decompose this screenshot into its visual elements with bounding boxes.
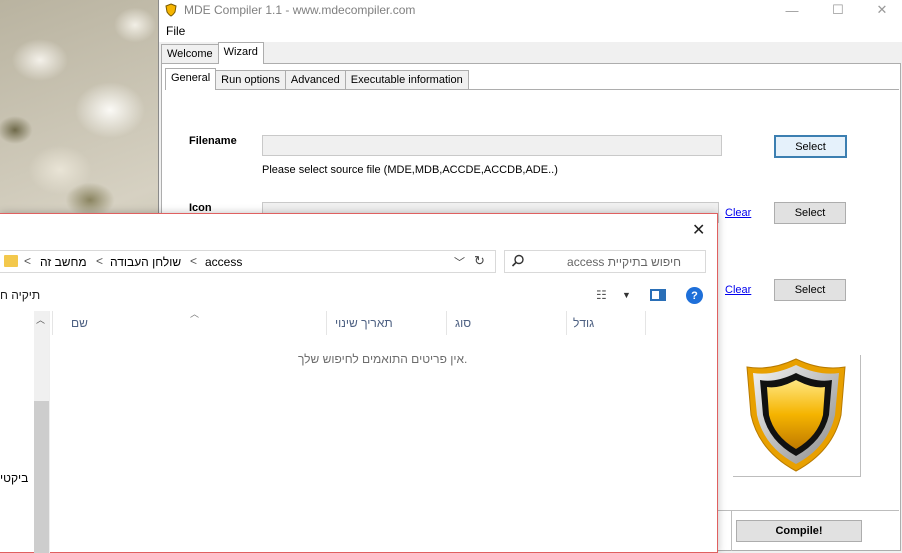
outer-tabs: Welcome Wizard: [161, 42, 264, 64]
help-icon[interactable]: ?: [686, 287, 703, 304]
splash-preview: [733, 355, 861, 477]
column-name[interactable]: שם: [52, 311, 327, 335]
title-bar[interactable]: MDE Compiler 1.1 - www.mdecompiler.com —…: [159, 0, 902, 20]
filename-label: Filename: [189, 135, 237, 147]
clear-image-link[interactable]: Clear: [725, 284, 751, 296]
app-shield-icon: [165, 3, 177, 17]
menu-file[interactable]: File: [159, 24, 192, 38]
window-title: MDE Compiler 1.1 - www.mdecompiler.com: [184, 3, 416, 17]
tab-run-options[interactable]: Run options: [215, 70, 286, 90]
breadcrumb-this-pc[interactable]: מחשב זה: [40, 255, 87, 269]
file-explorer-dialog: ✕ < מחשב זה < שולחן העבודה < access ﹀ ↻ …: [0, 213, 718, 553]
refresh-icon[interactable]: ↻: [474, 253, 485, 269]
dropdown-icon[interactable]: ﹀: [454, 254, 465, 270]
dropdown-icon[interactable]: ▼: [622, 290, 631, 300]
tab-wizard[interactable]: Wizard: [217, 42, 264, 64]
address-bar[interactable]: < מחשב זה < שולחן העבודה < access ﹀ ↻: [0, 250, 496, 273]
nav-item-fragment[interactable]: ביקטי: [0, 471, 28, 485]
clear-icon-link[interactable]: Clear: [725, 207, 751, 219]
select-source-button[interactable]: Select: [774, 135, 847, 158]
search-icon[interactable]: [511, 254, 525, 268]
maximize-icon[interactable]: ☐: [815, 0, 861, 20]
empty-results-message: .אין פריטים התואמים לחיפוש שלך: [298, 352, 468, 366]
select-image-button[interactable]: Select: [774, 279, 846, 301]
breadcrumb-access[interactable]: access: [205, 255, 242, 269]
close-icon[interactable]: ✕: [859, 0, 902, 20]
new-folder-button[interactable]: תיקיה ח: [0, 288, 40, 302]
compile-button[interactable]: Compile!: [736, 520, 862, 542]
menu-bar: File: [159, 20, 902, 42]
chevron-icon: <: [96, 254, 104, 268]
inner-tabs: General Run options Advanced Executable …: [165, 68, 469, 90]
folder-icon: [4, 255, 18, 267]
chevron-icon: <: [24, 254, 32, 268]
search-input[interactable]: חיפוש בתיקיית access: [504, 250, 706, 273]
tab-advanced[interactable]: Advanced: [284, 70, 346, 90]
scroll-up-icon[interactable]: ︿: [36, 313, 45, 326]
column-date-modified[interactable]: תאריך שינוי: [326, 311, 446, 335]
tab-welcome[interactable]: Welcome: [161, 44, 219, 64]
tab-general[interactable]: General: [165, 68, 217, 90]
minimize-icon[interactable]: —: [769, 0, 815, 20]
tab-executable-information[interactable]: Executable information: [344, 70, 469, 90]
preview-pane-icon[interactable]: [650, 289, 666, 301]
breadcrumb-desktop[interactable]: שולחן העבודה: [110, 255, 181, 269]
navigation-pane: ︿ ביקטי: [0, 311, 50, 553]
view-options-icon[interactable]: ☷: [596, 288, 607, 302]
close-icon[interactable]: ✕: [692, 220, 705, 240]
filename-hint: Please select source file (MDE,MDB,ACCDE…: [262, 164, 558, 176]
select-icon-button[interactable]: Select: [774, 202, 846, 224]
column-size[interactable]: גודל: [566, 311, 646, 335]
filename-field[interactable]: [262, 135, 722, 156]
search-placeholder: חיפוש בתיקיית access: [567, 255, 681, 269]
column-type[interactable]: סוג: [446, 311, 566, 335]
chevron-icon: <: [190, 254, 198, 268]
shield-icon: [746, 358, 846, 472]
nav-scrollbar-thumb[interactable]: [34, 401, 49, 553]
